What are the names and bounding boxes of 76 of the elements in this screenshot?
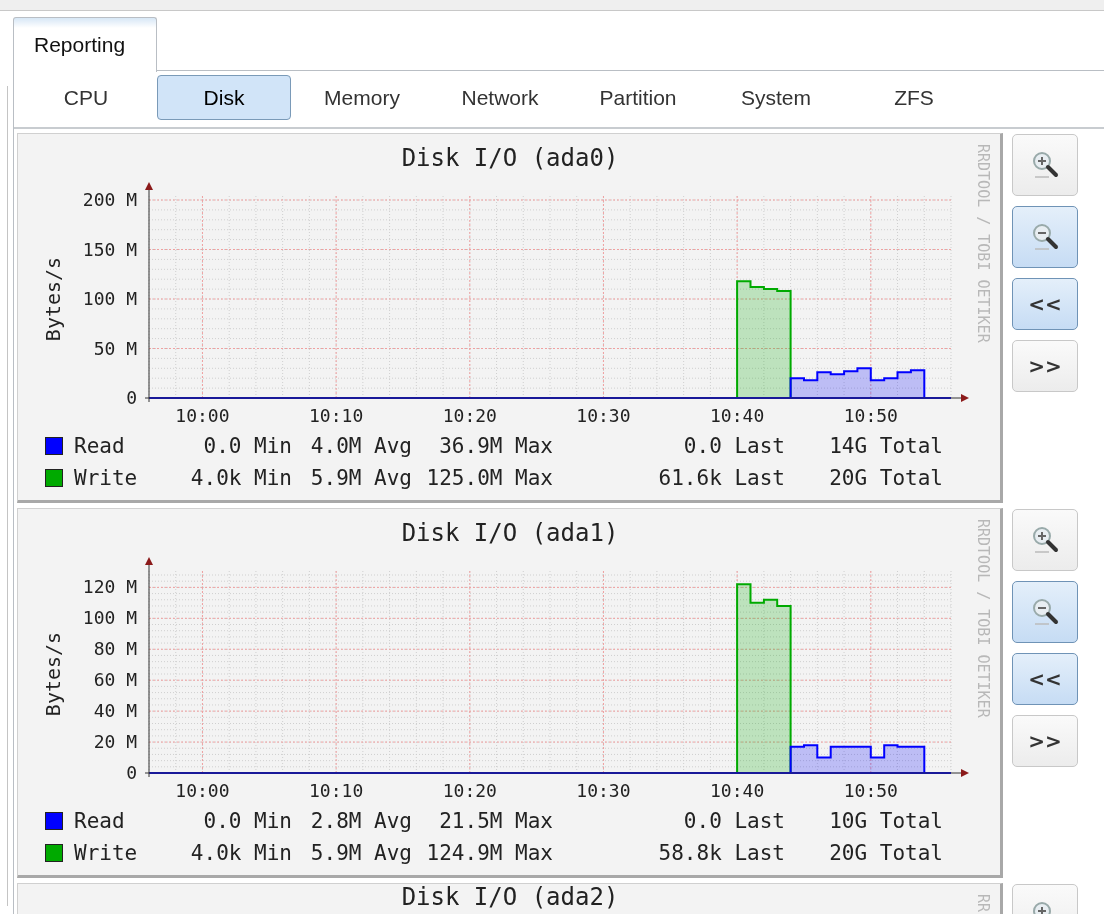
zoom-in-icon	[1031, 525, 1059, 555]
subtab[interactable]: Network	[433, 75, 567, 120]
tick-label: 200 M	[82, 189, 137, 210]
legend-stat: 4.0M Avg	[310, 434, 412, 458]
legend-stat: 21.5M Max	[439, 809, 553, 833]
tick-label: 60 M	[93, 669, 137, 691]
legend-stat: 4.0k Min	[190, 466, 292, 490]
navigation-button[interactable]: <<	[1012, 653, 1078, 705]
tick-label: 10:20	[442, 405, 497, 426]
tick-label: 150 M	[82, 238, 137, 260]
legend-stat: 125.0M Max	[426, 466, 553, 490]
tick-label: 10:50	[843, 780, 898, 801]
legend-stat: 10G Total	[829, 809, 943, 833]
legend-stat: 5.9M Avg	[310, 466, 412, 490]
tick-label: 10:00	[175, 780, 230, 801]
watermark-text: RR	[974, 894, 992, 913]
legend-stat: 124.9M Max	[426, 841, 553, 865]
subtab[interactable]: Disk	[157, 75, 291, 120]
legend-stat: 20G Total	[829, 841, 943, 865]
tick-label: 10:40	[710, 405, 765, 426]
tick-label: 80 M	[93, 638, 137, 660]
zoom-in-button[interactable]	[1012, 134, 1078, 196]
legend-label: Write	[73, 466, 139, 490]
tick-label: 40 M	[93, 700, 137, 722]
zoom-out-icon	[1031, 222, 1059, 252]
legend-label: Read	[73, 809, 126, 833]
legend-stat: 0.0 Min	[203, 434, 292, 458]
legend-stat: 0.0 Min	[203, 809, 292, 833]
chart-title: Disk I/O (ada1)	[401, 519, 619, 547]
tick-label: 10:10	[309, 405, 364, 426]
legend-stat: 0.0 Last	[683, 809, 785, 833]
tick-label: 100 M	[82, 288, 137, 309]
subtab[interactable]: System	[709, 75, 843, 120]
navigation-button[interactable]: >>	[1012, 715, 1078, 767]
legend-stat: 36.9M Max	[439, 434, 553, 458]
tick-label: 0	[126, 762, 137, 783]
zoom-in-icon	[1031, 150, 1059, 180]
legend-label: Read	[73, 434, 126, 458]
legend-stat: 14G Total	[829, 434, 943, 458]
legend-stat: 61.6k Last	[658, 466, 785, 490]
zoom-out-icon	[1031, 597, 1059, 627]
navigation-button[interactable]: <<	[1012, 278, 1078, 330]
legend-stat: 2.8M Avg	[310, 809, 412, 833]
chart-title: Disk I/O (ada2)	[401, 884, 619, 911]
tick-label: 0	[126, 387, 137, 408]
legend-stat: 58.8k Last	[658, 841, 785, 865]
tick-label: 100 M	[82, 607, 137, 629]
tick-label: 10:30	[576, 405, 631, 426]
subtab[interactable]: Memory	[295, 75, 429, 120]
zoom-out-button[interactable]	[1012, 206, 1078, 268]
subtab[interactable]: CPU	[19, 75, 153, 120]
tick-label: 10:30	[576, 780, 631, 801]
navigation-button[interactable]: >>	[1012, 340, 1078, 392]
tick-label: 10:50	[843, 405, 898, 426]
legend-stat: 4.0k Min	[190, 841, 292, 865]
subtab[interactable]: Partition	[571, 75, 705, 120]
subtab[interactable]: ZFS	[847, 75, 981, 120]
legend-stat: 0.0 Last	[683, 434, 785, 458]
tick-label: 20 M	[93, 731, 137, 753]
chart-title: Disk I/O (ada0)	[401, 144, 619, 172]
legend-stat: 5.9M Avg	[310, 841, 412, 865]
zoom-in-button[interactable]	[1012, 509, 1078, 571]
axis-title: Bytes/s	[41, 631, 65, 717]
tick-label: 10:00	[175, 405, 230, 426]
legend-stat: 20G Total	[829, 466, 943, 490]
tick-label: 50 M	[93, 337, 137, 359]
watermark-text: RRDTOOL / TOBI OETIKER	[974, 519, 992, 718]
zoom-out-button[interactable]	[1012, 581, 1078, 643]
tick-label: 120 M	[82, 576, 137, 598]
reporting-tab[interactable]: Reporting	[13, 17, 157, 72]
legend-label: Write	[73, 841, 139, 865]
tick-label: 10:20	[442, 780, 497, 801]
axis-title: Bytes/s	[41, 256, 65, 342]
tick-label: 10:10	[309, 780, 364, 801]
watermark-text: RRDTOOL / TOBI OETIKER	[974, 144, 992, 343]
tick-label: 10:40	[710, 780, 765, 801]
